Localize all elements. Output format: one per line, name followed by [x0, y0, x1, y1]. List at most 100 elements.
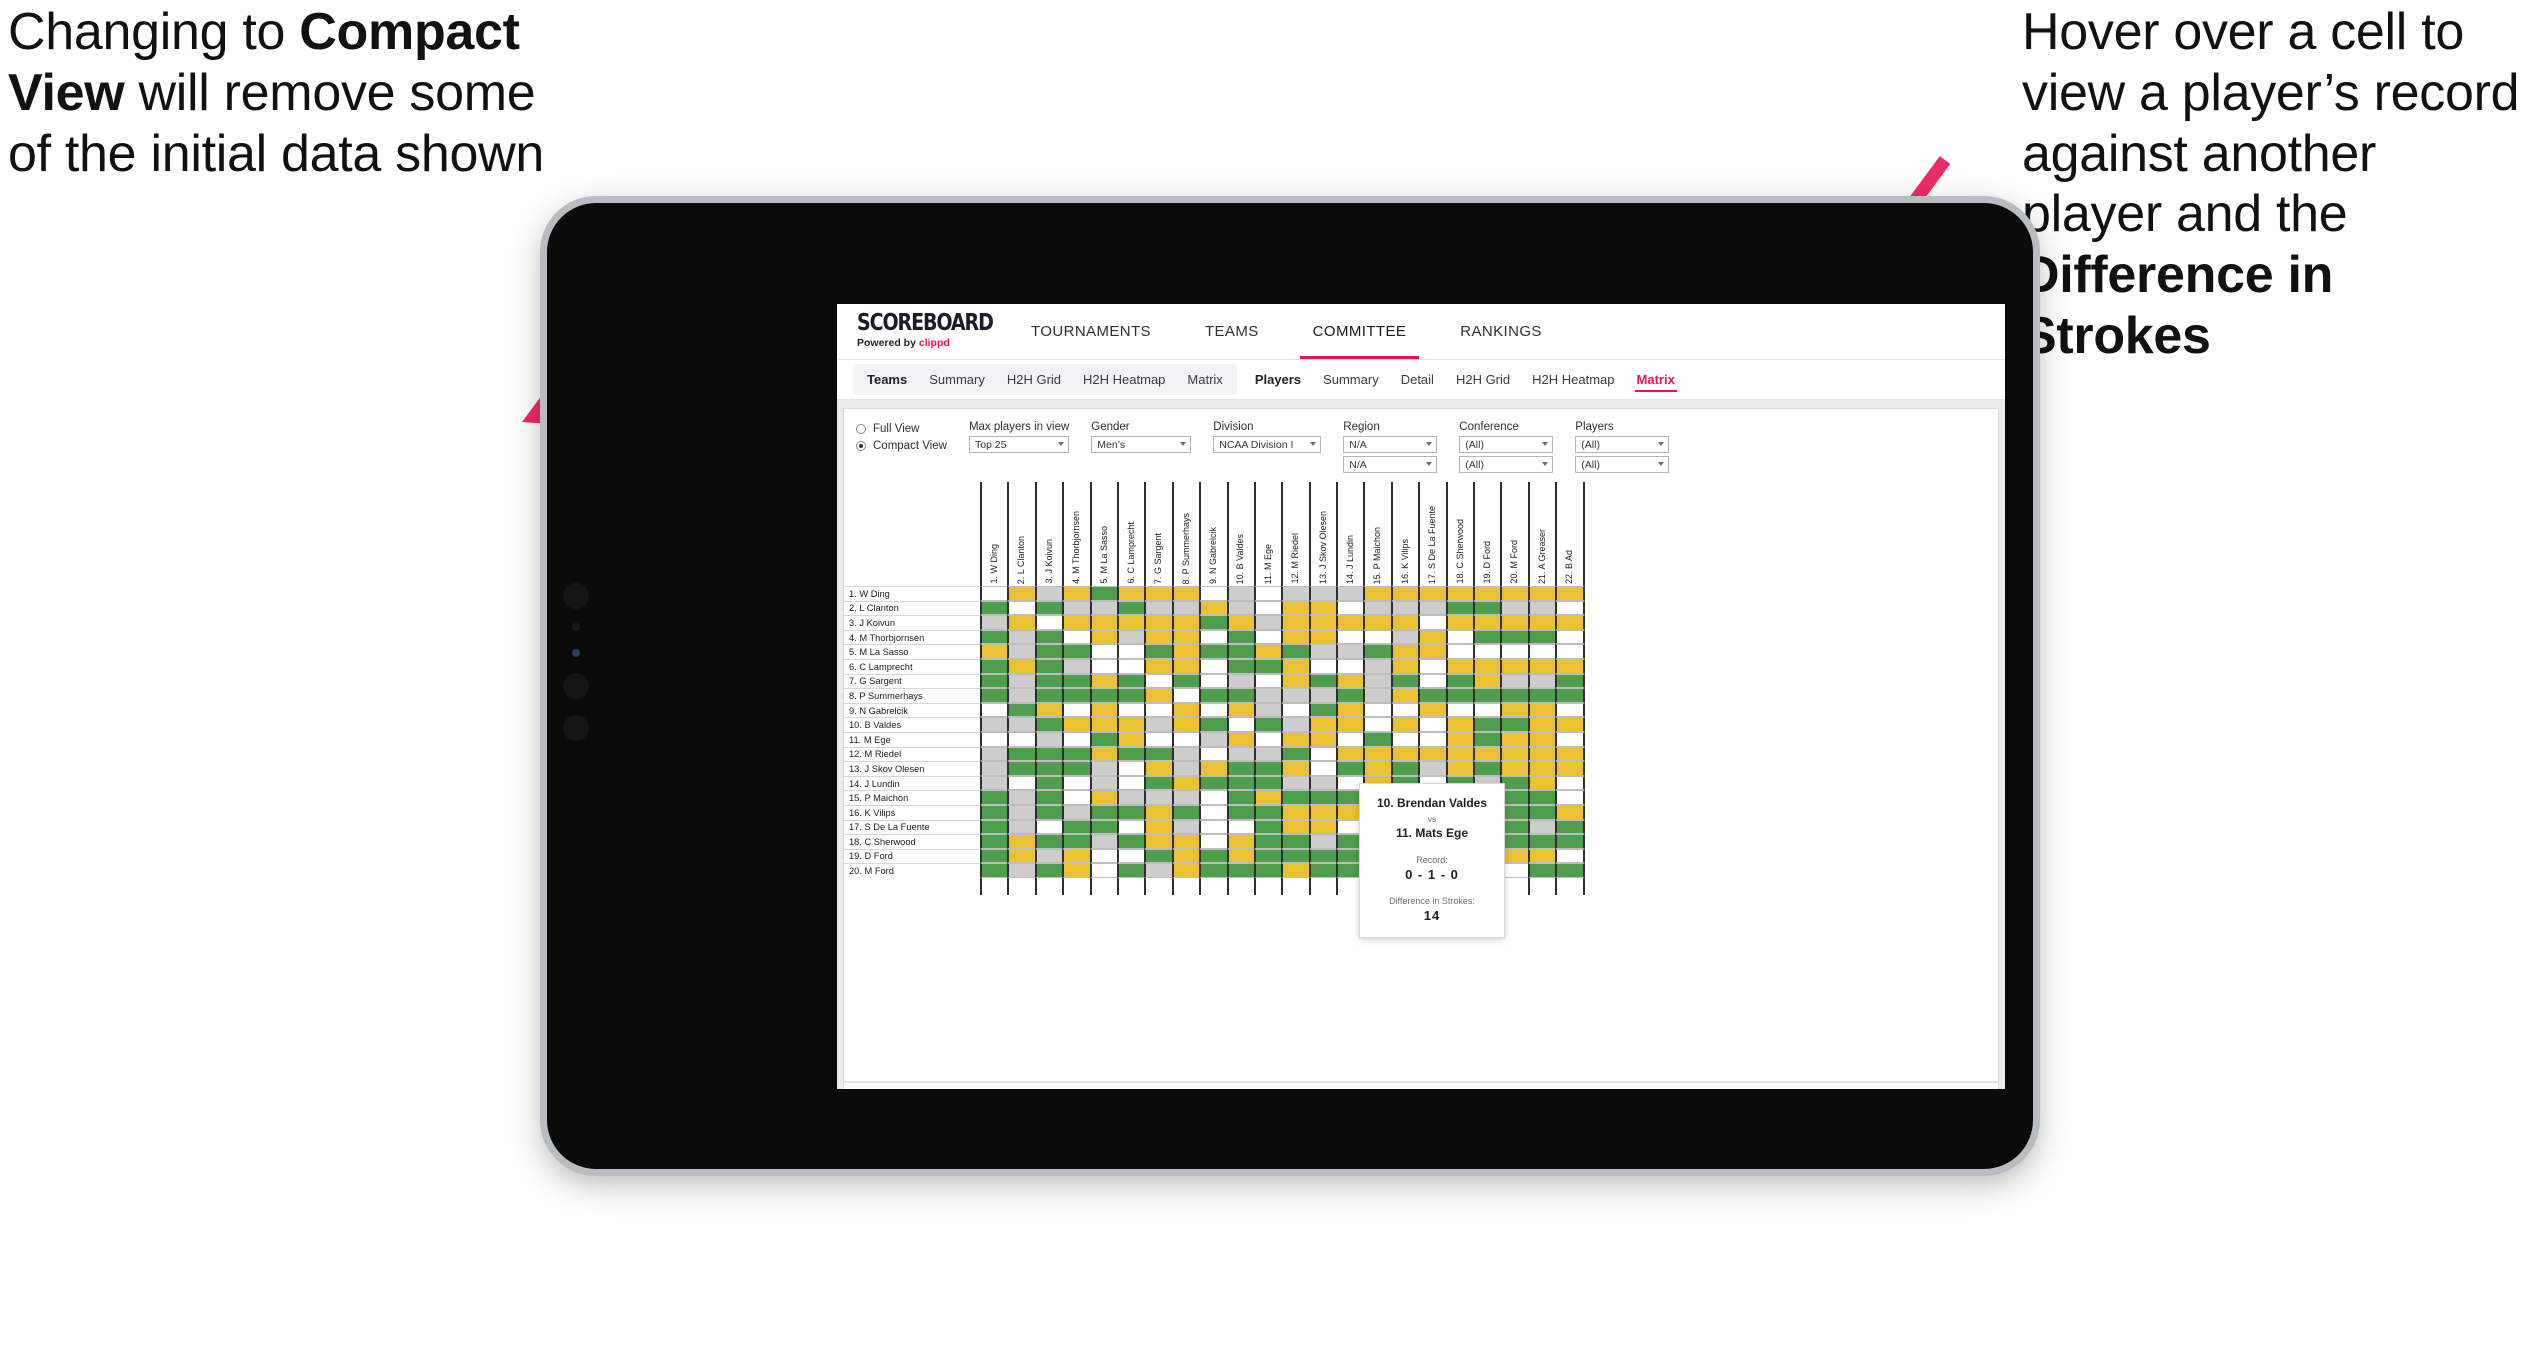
matrix-cell[interactable]: [1226, 848, 1256, 864]
matrix-cell[interactable]: [980, 790, 1010, 805]
matrix-cell[interactable]: [1281, 644, 1311, 659]
matrix-cell[interactable]: [1144, 629, 1174, 645]
subnav-player-matrix[interactable]: Matrix: [1627, 367, 1685, 392]
matrix-cell[interactable]: [1199, 644, 1229, 659]
matrix-cell[interactable]: [1253, 863, 1284, 878]
matrix-cell[interactable]: [1445, 615, 1476, 630]
subnav-teams[interactable]: Teams: [857, 367, 917, 392]
matrix-cell[interactable]: [1089, 615, 1119, 630]
matrix-cell[interactable]: [1418, 688, 1448, 703]
matrix-cell[interactable]: [1089, 658, 1119, 674]
matrix-cell[interactable]: [1116, 790, 1147, 805]
matrix-cell[interactable]: [1281, 834, 1311, 849]
matrix-cell[interactable]: [1336, 615, 1366, 630]
matrix-cell[interactable]: [1418, 731, 1448, 747]
matrix-cell[interactable]: [1336, 746, 1366, 762]
matrix-cell[interactable]: [1473, 600, 1503, 616]
matrix-cell[interactable]: [1253, 790, 1284, 805]
matrix-cell[interactable]: [1144, 702, 1174, 718]
matrix-cell[interactable]: [1527, 819, 1558, 835]
matrix-cell[interactable]: [1500, 731, 1530, 747]
matrix-cell[interactable]: [1062, 644, 1092, 659]
matrix-cell[interactable]: [1363, 644, 1393, 659]
matrix-cell[interactable]: [1089, 819, 1119, 835]
top-nav-committee[interactable]: COMMITTEE: [1286, 304, 1434, 359]
matrix-cell[interactable]: [1500, 615, 1530, 630]
matrix-cell[interactable]: [1308, 790, 1339, 805]
matrix-cell[interactable]: [1336, 629, 1366, 645]
matrix-cell[interactable]: [1418, 629, 1448, 645]
matrix-cell[interactable]: [1281, 717, 1311, 732]
matrix-cell[interactable]: [1171, 761, 1202, 776]
matrix-cell[interactable]: [1144, 615, 1174, 630]
matrix-cell[interactable]: [1253, 615, 1284, 630]
matrix-cell[interactable]: [1500, 586, 1530, 601]
matrix-cell[interactable]: [1144, 863, 1174, 878]
matrix-cell[interactable]: [1527, 761, 1558, 776]
matrix-cell[interactable]: [1253, 600, 1284, 616]
matrix-cell[interactable]: [1007, 775, 1037, 791]
matrix-cell[interactable]: [1473, 629, 1503, 645]
matrix-cell[interactable]: [1363, 761, 1393, 776]
matrix-cell[interactable]: [1281, 600, 1311, 616]
matrix-cell[interactable]: [1007, 819, 1037, 835]
matrix-cell[interactable]: [1199, 819, 1229, 835]
matrix-cell[interactable]: [980, 848, 1010, 864]
matrix-cell[interactable]: [1555, 702, 1585, 718]
matrix-cell[interactable]: [1336, 688, 1366, 703]
matrix-cell[interactable]: [1089, 775, 1119, 791]
matrix-cell[interactable]: [1473, 702, 1503, 718]
matrix-cell[interactable]: [1226, 673, 1256, 689]
matrix-cell[interactable]: [1500, 673, 1530, 689]
matrix-cell[interactable]: [1281, 804, 1311, 820]
matrix-cell[interactable]: [1199, 761, 1229, 776]
matrix-cell[interactable]: [980, 615, 1010, 630]
matrix-cell[interactable]: [980, 761, 1010, 776]
matrix-cell[interactable]: [1336, 731, 1366, 747]
matrix-cell[interactable]: [1253, 717, 1284, 732]
matrix-cell[interactable]: [1144, 804, 1174, 820]
matrix-cell[interactable]: [1336, 673, 1366, 689]
matrix-cell[interactable]: [1336, 702, 1366, 718]
matrix-cell[interactable]: [1144, 746, 1174, 762]
matrix-cell[interactable]: [1390, 702, 1421, 718]
matrix-cell[interactable]: [1171, 615, 1202, 630]
matrix-cell[interactable]: [1555, 761, 1585, 776]
matrix-cell[interactable]: [1116, 746, 1147, 762]
matrix-cell[interactable]: [1199, 775, 1229, 791]
matrix-cell[interactable]: [1363, 615, 1393, 630]
matrix-cell[interactable]: [1336, 658, 1366, 674]
matrix-cell[interactable]: [1089, 863, 1119, 878]
matrix-cell[interactable]: [1500, 600, 1530, 616]
matrix-cell[interactable]: [980, 863, 1010, 878]
matrix-cell[interactable]: [1390, 673, 1421, 689]
filter-region-select[interactable]: N/A: [1343, 436, 1438, 453]
matrix-cell[interactable]: [1226, 702, 1256, 718]
matrix-cell[interactable]: [1007, 790, 1037, 805]
matrix-cell[interactable]: [1281, 702, 1311, 718]
matrix-cell[interactable]: [1199, 834, 1229, 849]
matrix-cell[interactable]: [1308, 848, 1339, 864]
matrix-cell[interactable]: [1253, 761, 1284, 776]
matrix-cell[interactable]: [1308, 819, 1339, 835]
scoreboard-logo[interactable]: SCOREBOARD Powered by clippd: [837, 304, 1004, 359]
matrix-cell[interactable]: [1034, 731, 1065, 747]
matrix-cell[interactable]: [1555, 658, 1585, 674]
matrix-cell[interactable]: [1555, 629, 1585, 645]
matrix-cell[interactable]: [1199, 731, 1229, 747]
matrix-cell[interactable]: [1527, 702, 1558, 718]
matrix-cell[interactable]: [1007, 600, 1037, 616]
matrix-cell[interactable]: [1281, 775, 1311, 791]
matrix-cell[interactable]: [1308, 688, 1339, 703]
matrix-cell[interactable]: [1527, 746, 1558, 762]
matrix-cell[interactable]: [1144, 717, 1174, 732]
matrix-cell[interactable]: [1281, 746, 1311, 762]
matrix-cell[interactable]: [1116, 775, 1147, 791]
matrix-cell[interactable]: [1144, 688, 1174, 703]
matrix-cell[interactable]: [1171, 673, 1202, 689]
matrix-cell[interactable]: [1034, 790, 1065, 805]
matrix-cell[interactable]: [1527, 586, 1558, 601]
matrix-cell[interactable]: [1199, 848, 1229, 864]
matrix-cell[interactable]: [1445, 688, 1476, 703]
matrix-cell[interactable]: [1062, 600, 1092, 616]
